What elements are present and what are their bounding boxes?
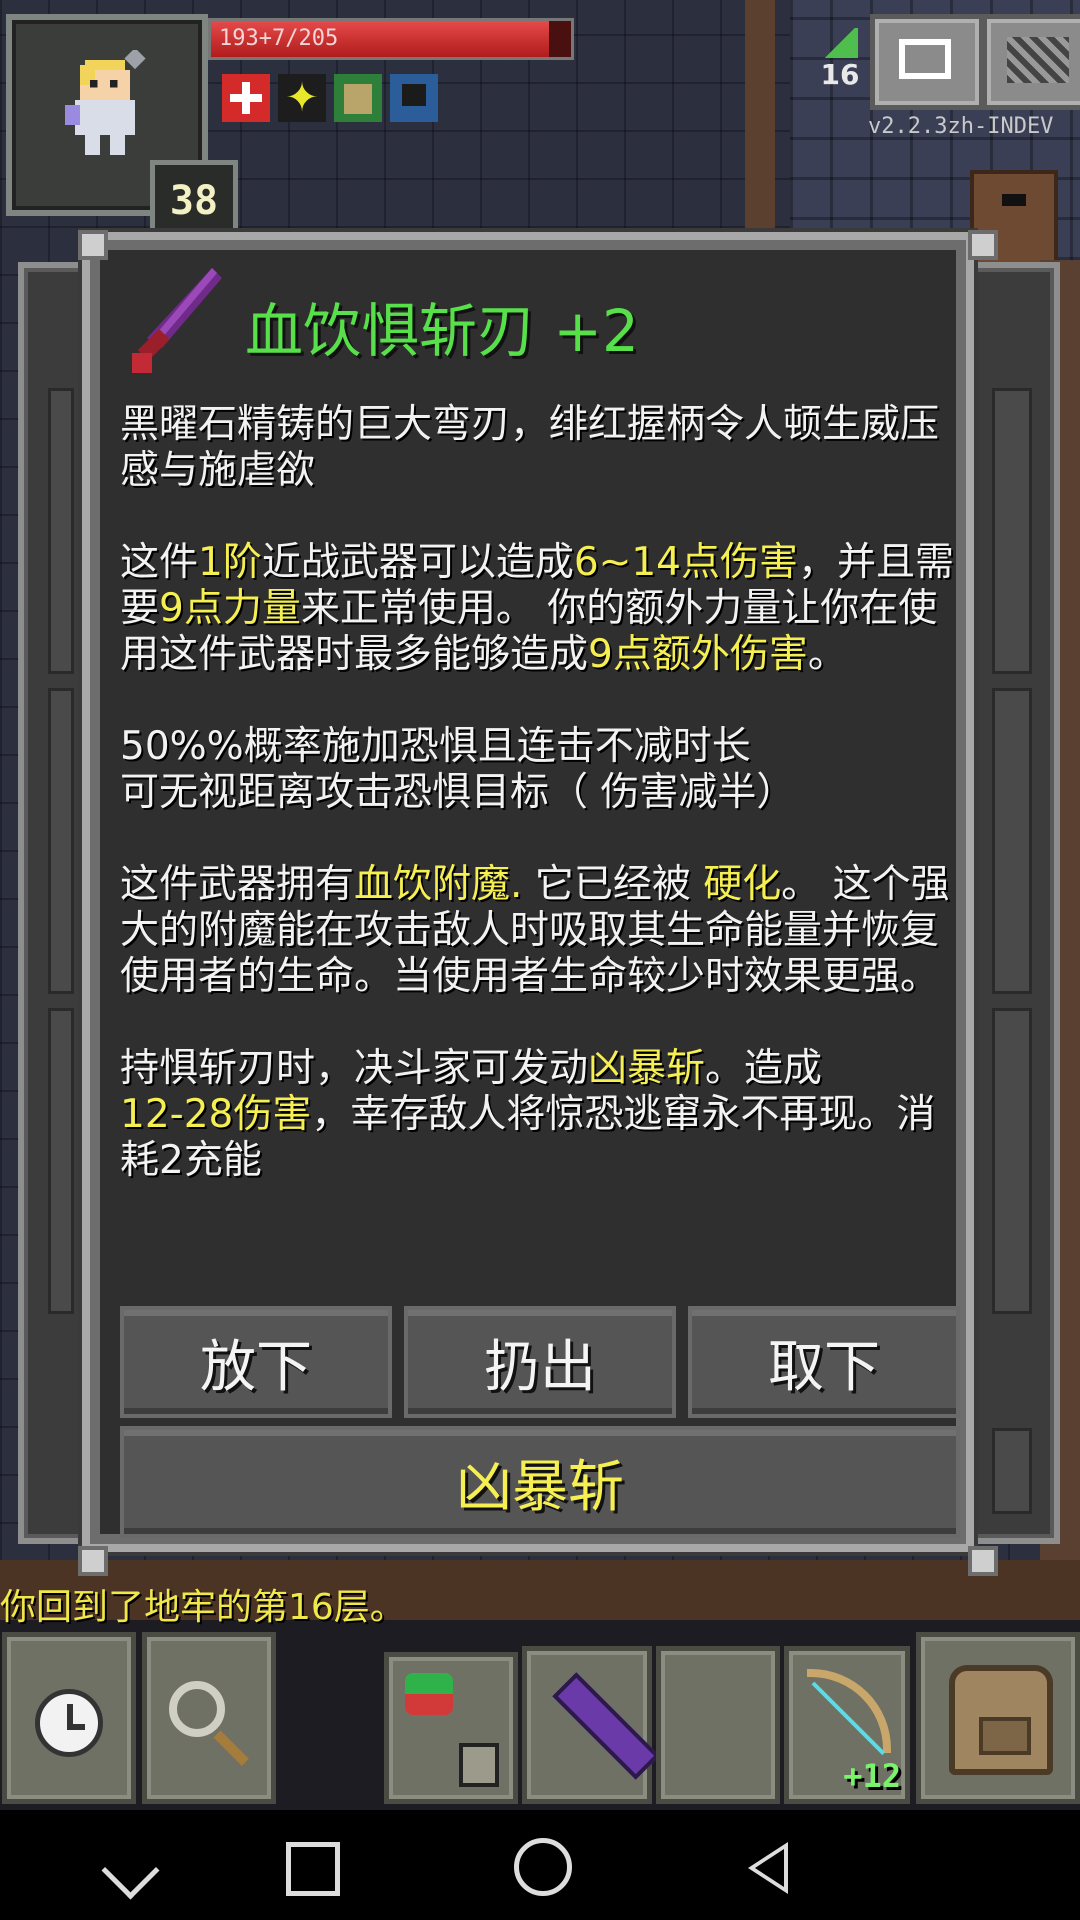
- drop-button[interactable]: 放下: [120, 1306, 392, 1418]
- hero-level-badge: 38: [150, 160, 238, 242]
- haste-icon[interactable]: ✦: [278, 74, 326, 122]
- dialog-corner: [78, 1546, 108, 1576]
- clock-icon: [35, 1689, 103, 1757]
- stairs-icon: [822, 28, 858, 58]
- item-enchant-text: 这件武器拥有血饮附魔. 它已经被 硬化。 这个强大的附魔能在攻击敌人时吸取其生命…: [120, 862, 950, 999]
- version-label: v2.2.3zh-INDEV: [868, 114, 1054, 139]
- depth-indicator[interactable]: 16: [820, 28, 860, 108]
- home-button[interactable]: [514, 1838, 572, 1896]
- game-log-message: 你回到了地牢的第16层。: [0, 1587, 406, 1628]
- backpack-button[interactable]: [916, 1632, 1080, 1804]
- dialog-corner: [78, 230, 108, 260]
- inventory-slot[interactable]: [992, 688, 1032, 994]
- unequip-button[interactable]: 取下: [688, 1306, 960, 1418]
- recents-button[interactable]: [286, 1842, 340, 1896]
- bow-upgrade-level: +12: [843, 1757, 901, 1795]
- item-ability-text: 持惧斩刃时，决斗家可发动凶暴斩。造成 12-28伤害，幸存敌人将惊恐逃窜永不再现。…: [120, 1046, 936, 1183]
- throw-button[interactable]: 扔出: [404, 1306, 676, 1418]
- hero-sprite: [65, 50, 146, 155]
- inventory-slot[interactable]: [48, 688, 74, 994]
- inventory-slot[interactable]: [992, 1428, 1032, 1514]
- fortify-icon[interactable]: [334, 74, 382, 122]
- inventory-slot[interactable]: [992, 388, 1032, 674]
- wait-button[interactable]: [2, 1632, 136, 1804]
- inventory-slot[interactable]: [48, 388, 74, 674]
- quickslot-3[interactable]: +12: [784, 1646, 910, 1804]
- menu-icon: [1007, 37, 1069, 83]
- dialog-corner: [968, 1546, 998, 1576]
- dialog-corner: [968, 230, 998, 260]
- ability-button[interactable]: 凶暴斩: [120, 1426, 960, 1538]
- journal-icon: [899, 39, 951, 79]
- journal-button[interactable]: [870, 14, 984, 110]
- inventory-slot[interactable]: [48, 1008, 74, 1314]
- depth-number: 16: [820, 58, 860, 91]
- item-title: 血饮惧斩刃 +2: [245, 297, 639, 365]
- health-text: 193+7/205: [219, 26, 339, 51]
- shield-icon[interactable]: [390, 74, 438, 122]
- item-flavor-text: 黑曜石精铸的巨大弯刃，绯红握柄令人顿生威压感与施虐欲: [120, 402, 940, 493]
- blade-icon: [552, 1672, 660, 1780]
- swap-icon: [405, 1673, 453, 1715]
- bow-icon: [807, 1669, 891, 1753]
- item-description: 黑曜石精铸的巨大弯刃，绯红握柄令人顿生威压感与施虐欲 这件1阶近战武器可以造成6…: [120, 402, 962, 1184]
- search-icon: [169, 1681, 225, 1737]
- item-stats-text: 这件1阶近战武器可以造成6~14点伤害，并且需要9点力量来正常使用。 你的额外力…: [120, 540, 954, 677]
- quickslot-1[interactable]: [522, 1646, 660, 1804]
- item-effect-text: 50%%概率施加恐惧且连击不减时长 可无视距离攻击恐惧目标（ 伤害减半）: [120, 724, 796, 815]
- heal-icon[interactable]: [222, 74, 270, 122]
- back-button[interactable]: [748, 1842, 788, 1894]
- quickslot-swap[interactable]: [384, 1652, 518, 1804]
- backpack-icon: [949, 1665, 1053, 1775]
- scroll-icon: [459, 1743, 499, 1787]
- search-icon-handle: [213, 1730, 249, 1766]
- health-bar: 193+7/205: [208, 18, 574, 60]
- dungeon-wall: [745, 0, 775, 260]
- menu-button[interactable]: [982, 14, 1080, 110]
- quickslot-2[interactable]: [656, 1646, 780, 1804]
- search-button[interactable]: [142, 1632, 276, 1804]
- inventory-slot[interactable]: [992, 1008, 1032, 1314]
- blade-icon: [132, 268, 222, 373]
